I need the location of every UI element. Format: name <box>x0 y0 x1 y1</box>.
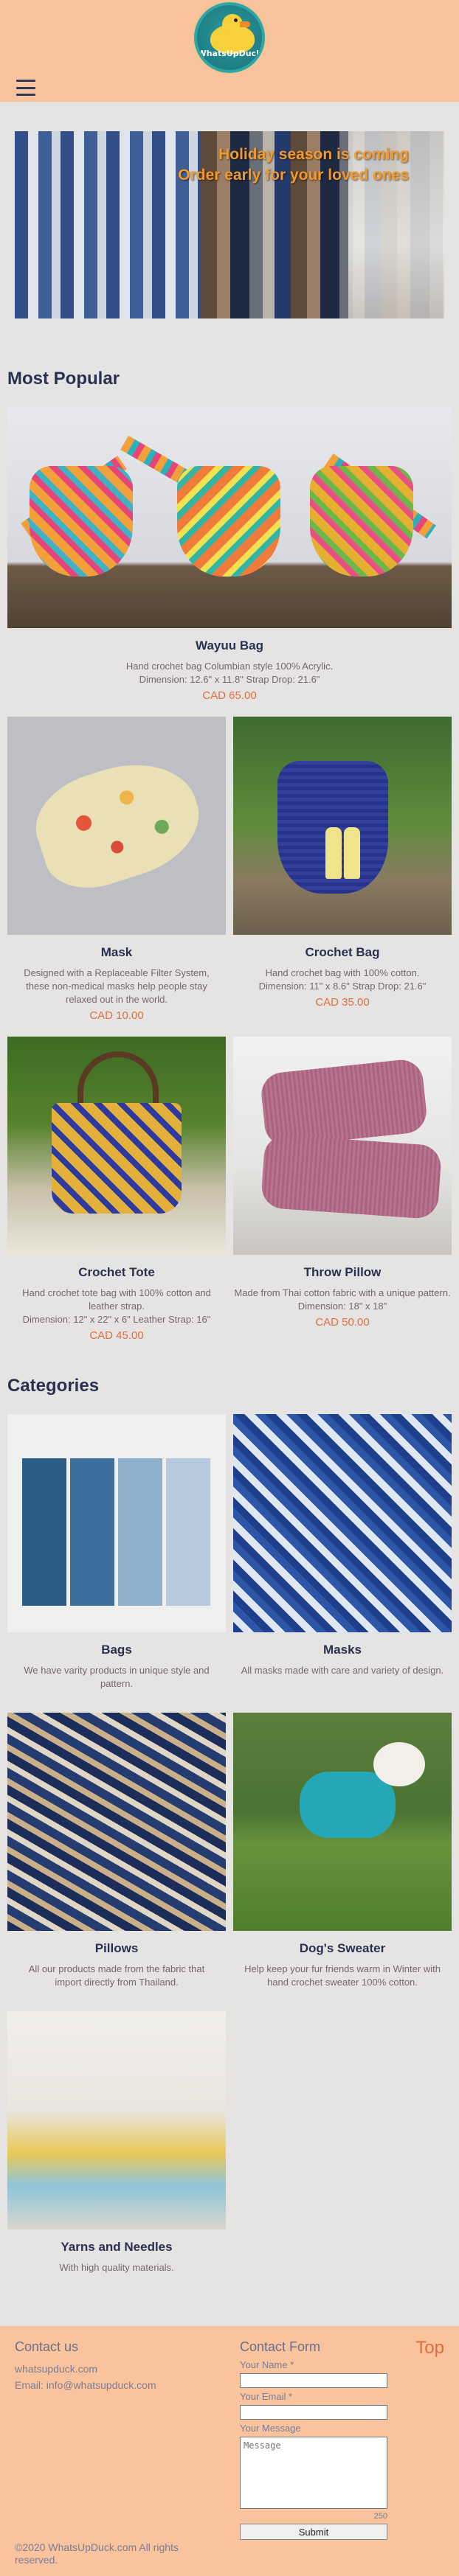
contact-form: Contact Form Your Name * Your Email * Yo… <box>240 2339 387 2540</box>
product-price: CAD 45.00 <box>89 1329 144 1342</box>
crochet-tote-image[interactable] <box>7 1037 226 1255</box>
product-description: Made from Thai cotton fabric with a uniq… <box>234 1287 451 1312</box>
category-name[interactable]: Dog's Sweater <box>233 1941 452 1956</box>
message-label: Your Message <box>240 2423 301 2434</box>
wayuu-bag-image[interactable] <box>7 407 452 628</box>
submit-button[interactable]: Submit <box>240 2524 387 2540</box>
category-card-pillows[interactable]: Pillows All our products made from the f… <box>7 1713 226 1989</box>
product-description: Hand crochet tote bag with 100% cotton a… <box>22 1287 211 1325</box>
name-field[interactable] <box>240 2373 387 2388</box>
contact-info: Contact us whatsupduck.com Email: info@w… <box>15 2339 156 2393</box>
category-card-masks[interactable]: Masks All masks made with care and varie… <box>233 1414 452 1691</box>
hamburger-menu-icon[interactable] <box>16 80 35 96</box>
hero-banner: Holiday season is coming Order early for… <box>15 131 444 318</box>
product-name[interactable]: Crochet Bag <box>233 945 452 960</box>
pillows-category-image[interactable] <box>7 1713 226 1931</box>
product-price: CAD 35.00 <box>315 996 370 1009</box>
category-card-dogs-sweater[interactable]: Dog's Sweater Help keep your fur friends… <box>233 1713 452 1989</box>
character-counter: 250 <box>373 2512 387 2521</box>
category-description: All masks made with care and variety of … <box>241 1665 444 1676</box>
category-description: Help keep your fur friends warm in Winte… <box>244 1963 441 1988</box>
product-price: CAD 50.00 <box>315 1316 370 1329</box>
site-header: WhatsUpDuck <box>0 0 459 102</box>
masks-category-image[interactable] <box>233 1414 452 1632</box>
category-name[interactable]: Bags <box>7 1643 226 1657</box>
hero-line-1: Holiday season is coming <box>218 146 409 163</box>
product-card-crochet-bag[interactable]: Crochet Bag Hand crochet bag with 100% c… <box>233 717 452 1022</box>
product-card-throw-pillow[interactable]: Throw Pillow Made from Thai cotton fabri… <box>233 1037 452 1342</box>
hero-line-2: Order early for your loved ones <box>178 167 409 184</box>
email-text[interactable]: Email: info@whatsupduck.com <box>15 2377 156 2393</box>
back-to-top-link[interactable]: Top <box>415 2338 444 2359</box>
category-description: We have varity products in unique style … <box>24 1665 210 1689</box>
product-name[interactable]: Mask <box>7 945 226 960</box>
product-price: CAD 65.00 <box>202 689 257 702</box>
yarns-and-needles-category-image[interactable] <box>7 2011 226 2229</box>
message-field[interactable] <box>240 2437 387 2509</box>
hero-text: Holiday season is coming Order early for… <box>178 145 409 186</box>
category-description: With high quality materials. <box>59 2262 174 2273</box>
whatsupduck-logo[interactable]: WhatsUpDuck <box>194 2 265 73</box>
product-name[interactable]: Throw Pillow <box>233 1265 452 1280</box>
throw-pillow-image[interactable] <box>233 1037 452 1255</box>
bags-category-image[interactable] <box>7 1414 226 1632</box>
name-label: Your Name * <box>240 2359 294 2370</box>
category-description: All our products made from the fabric th… <box>28 1963 205 1988</box>
category-card-bags[interactable]: Bags We have varity products in unique s… <box>7 1414 226 1691</box>
product-name[interactable]: Crochet Tote <box>7 1265 226 1280</box>
product-description: Designed with a Replaceable Filter Syste… <box>24 967 210 1005</box>
product-description: Hand crochet bag Columbian style 100% Ac… <box>125 661 334 685</box>
categories-title: Categories <box>7 1376 100 1396</box>
dogs-sweater-category-image[interactable] <box>233 1713 452 1931</box>
mask-image[interactable] <box>7 717 226 935</box>
category-name[interactable]: Yarns and Needles <box>7 2240 226 2255</box>
product-price: CAD 10.00 <box>89 1009 144 1022</box>
category-name[interactable]: Pillows <box>7 1941 226 1956</box>
email-label: Your Email * <box>240 2391 293 2402</box>
email-field[interactable] <box>240 2405 387 2420</box>
product-description: Hand crochet bag with 100% cotton. Dimen… <box>258 967 427 992</box>
logo-text: WhatsUpDuck <box>197 49 262 58</box>
website-link[interactable]: whatsupduck.com <box>15 2361 156 2377</box>
contact-title: Contact us <box>15 2339 79 2354</box>
product-card-wayuu-bag[interactable]: Wayuu Bag Hand crochet bag Columbian sty… <box>7 407 452 702</box>
most-popular-title: Most Popular <box>7 369 120 389</box>
category-name[interactable]: Masks <box>233 1643 452 1657</box>
product-card-crochet-tote[interactable]: Crochet Tote Hand crochet tote bag with … <box>7 1037 226 1342</box>
product-card-mask[interactable]: Mask Designed with a Replaceable Filter … <box>7 717 226 1022</box>
site-footer: Contact us whatsupduck.com Email: info@w… <box>0 2326 459 2576</box>
category-card-yarns-and-needles[interactable]: Yarns and Needles With high quality mate… <box>7 2011 226 2274</box>
contact-form-title: Contact Form <box>240 2339 321 2354</box>
copyright-text: ©2020 WhatsUpDuck.com All rights reserve… <box>15 2541 179 2566</box>
crochet-bag-image[interactable] <box>233 717 452 935</box>
product-name[interactable]: Wayuu Bag <box>7 638 452 653</box>
